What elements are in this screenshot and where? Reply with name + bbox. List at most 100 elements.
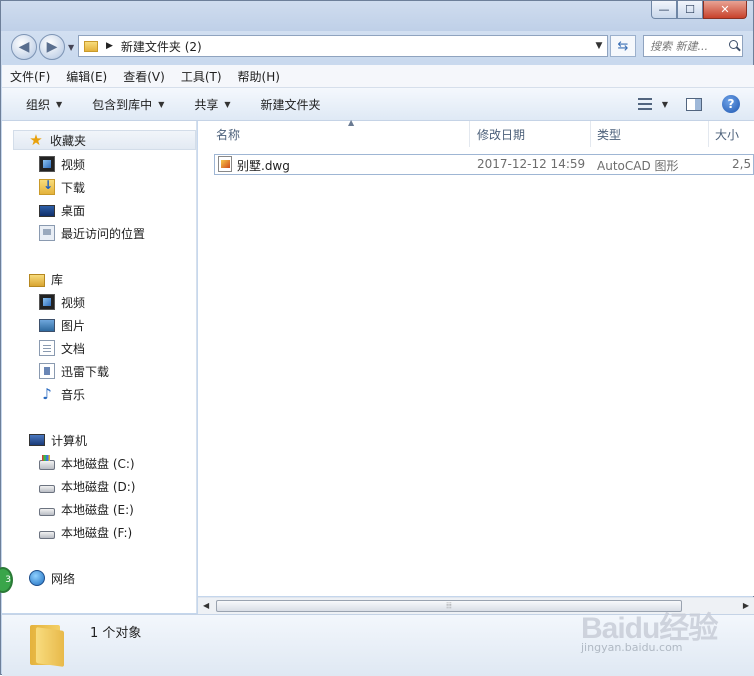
nav-libraries-documents[interactable]: 文档 (39, 338, 85, 358)
nav-libraries-xunlei[interactable]: 迅雷下载 (39, 361, 109, 381)
downloads-folder-icon (39, 178, 55, 195)
forward-button[interactable]: ▶ (39, 34, 65, 60)
file-name: 别墅.dwg (237, 159, 290, 173)
refresh-button[interactable]: ⇆ (610, 35, 636, 57)
folder-icon (84, 40, 98, 52)
column-header-type[interactable]: 类型 (591, 121, 709, 147)
nav-drive-c[interactable]: 本地磁盘 (C:) (39, 453, 135, 473)
nav-favorites-recent[interactable]: 最近访问的位置 (39, 223, 145, 243)
address-row: ◀ ▶ ▼ ▶ 新建文件夹 (2) ▼ ⇆ (1, 31, 753, 63)
video-icon (39, 294, 55, 310)
breadcrumb[interactable]: 新建文件夹 (2) (121, 38, 591, 55)
file-type: AutoCAD 图形 (597, 159, 679, 173)
search-icon[interactable] (726, 38, 742, 54)
nav-libraries-pictures[interactable]: 图片 (39, 315, 85, 335)
command-bar: 组织 ▼ 包含到库中 ▼ 共享 ▼ 新建文件夹 ▼ ? (2, 88, 754, 121)
watermark-url: jingyan.baidu.com (581, 641, 683, 654)
nav-drive-e[interactable]: 本地磁盘 (E:) (39, 499, 134, 519)
recent-places-icon (39, 225, 55, 241)
caret-down-icon: ▼ (158, 99, 165, 109)
pictures-icon (39, 318, 55, 332)
column-label: 名称 (216, 127, 241, 142)
library-icon (29, 273, 45, 287)
nav-label: 最近访问的位置 (61, 226, 146, 241)
column-header-name[interactable]: 名称 ▲ (210, 118, 470, 147)
menu-file[interactable]: 文件(F) (2, 68, 58, 85)
new-folder-button[interactable]: 新建文件夹 (243, 96, 333, 113)
include-in-library-button[interactable]: 包含到库中 ▼ (74, 96, 176, 113)
nav-libraries-video[interactable]: 视频 (39, 292, 85, 312)
view-dropdown-icon[interactable]: ▼ (662, 100, 668, 109)
navigation-pane: ★ 收藏夹 视频 下载 桌面 最近访问的位置 库 视频 图片 文档 迅雷下载 ♪ 音… (2, 121, 197, 613)
organize-button[interactable]: 组织 ▼ (2, 96, 74, 113)
dwg-file-icon (218, 156, 232, 172)
menu-view[interactable]: 查看(V) (115, 68, 173, 85)
organize-label: 组织 (26, 97, 51, 112)
nav-label: 视频 (61, 157, 86, 172)
nav-network[interactable]: 网络 (29, 568, 75, 588)
xunlei-download-icon (39, 363, 55, 379)
nav-drive-d[interactable]: 本地磁盘 (D:) (39, 476, 135, 496)
nav-favorites-downloads[interactable]: 下载 (39, 177, 85, 197)
column-label: 类型 (597, 127, 622, 142)
nav-label: 桌面 (61, 203, 86, 218)
help-icon[interactable]: ? (722, 95, 740, 113)
nav-label: 文档 (61, 341, 86, 356)
nav-libraries-music[interactable]: ♪ 音乐 (39, 384, 85, 404)
column-label: 大小 (715, 127, 740, 142)
menu-tools[interactable]: 工具(T) (173, 68, 230, 85)
nav-favorites-desktop[interactable]: 桌面 (39, 200, 85, 220)
view-options-icon[interactable] (637, 98, 652, 110)
close-button[interactable]: ✕ (703, 1, 747, 19)
file-modified: 2017-12-12 14:59 (477, 157, 586, 171)
address-bar[interactable]: ▶ 新建文件夹 (2) ▼ (78, 35, 608, 57)
nav-label: 本地磁盘 (E:) (61, 502, 134, 517)
menu-bar: 文件(F) 编辑(E) 查看(V) 工具(T) 帮助(H) (2, 65, 754, 88)
system-drive-icon (39, 455, 55, 470)
nav-label: 本地磁盘 (F:) (61, 525, 133, 540)
scroll-left-icon[interactable]: ◀ (203, 601, 209, 610)
forward-arrow-icon: ▶ (46, 39, 58, 55)
search-box[interactable] (643, 35, 743, 57)
drive-icon (39, 530, 55, 539)
file-list: 名称 ▲ 修改日期 类型 大小 别墅.dwg 2017-12-12 14:59 A… (198, 118, 754, 596)
explorer-window: — ☐ ✕ ◀ ▶ ▼ ▶ 新建文件夹 (2) ▼ ⇆ 文件(F) 编辑(E) … (0, 0, 754, 676)
nav-favorites-video[interactable]: 视频 (39, 154, 85, 174)
nav-libraries[interactable]: 库 (29, 269, 63, 289)
nav-label: 下载 (61, 180, 86, 195)
caret-down-icon: ▼ (56, 99, 63, 109)
caret-down-icon: ▼ (224, 99, 231, 109)
search-input[interactable] (644, 38, 726, 54)
star-icon: ★ (29, 131, 43, 149)
minimize-button[interactable]: — (651, 1, 677, 19)
column-label: 修改日期 (477, 127, 526, 142)
nav-label: 图片 (61, 318, 86, 333)
scroll-right-icon[interactable]: ▶ (743, 601, 749, 610)
table-row[interactable]: 别墅.dwg 2017-12-12 14:59 AutoCAD 图形 2,5 (214, 154, 754, 175)
recent-pages-dropdown-icon[interactable]: ▼ (68, 43, 74, 52)
back-button[interactable]: ◀ (11, 34, 37, 60)
nav-label: 视频 (61, 295, 86, 310)
item-count: 1 个对象 (90, 626, 142, 641)
music-note-icon: ♪ (42, 385, 52, 403)
drive-icon (39, 507, 55, 516)
menu-help[interactable]: 帮助(H) (230, 68, 288, 85)
baidu-watermark: Baidu经验 jingyan.baidu.com (581, 597, 741, 657)
refresh-icon: ⇆ (617, 38, 629, 54)
nav-label: 收藏夹 (50, 133, 87, 148)
back-arrow-icon: ◀ (18, 39, 30, 55)
nav-favorites[interactable]: ★ 收藏夹 (13, 130, 196, 150)
title-bar[interactable]: — ☐ ✕ (1, 1, 753, 31)
nav-label: 网络 (51, 571, 76, 586)
breadcrumb-arrow-icon[interactable]: ▶ (106, 41, 113, 51)
column-header-modified[interactable]: 修改日期 (471, 121, 591, 147)
maximize-button[interactable]: ☐ (677, 1, 703, 19)
preview-pane-icon[interactable] (686, 97, 702, 111)
share-button[interactable]: 共享 ▼ (176, 96, 242, 113)
nav-drive-f[interactable]: 本地磁盘 (F:) (39, 522, 132, 542)
column-header-size[interactable]: 大小 (709, 121, 754, 147)
address-dropdown-icon[interactable]: ▼ (591, 41, 607, 51)
network-icon (29, 570, 45, 586)
menu-edit[interactable]: 编辑(E) (58, 68, 115, 85)
nav-computer[interactable]: 计算机 (29, 430, 87, 450)
